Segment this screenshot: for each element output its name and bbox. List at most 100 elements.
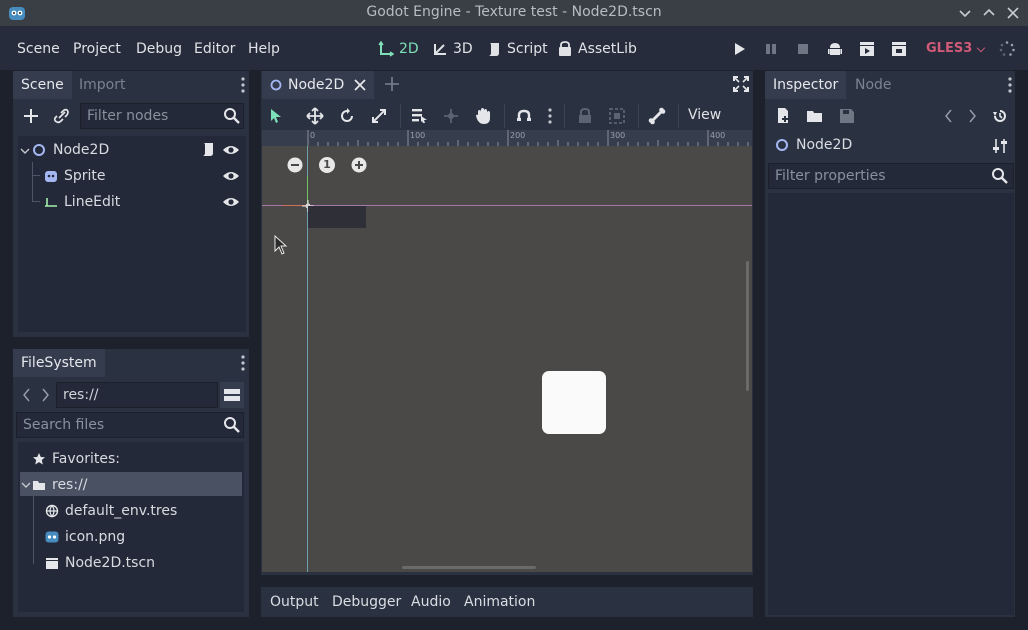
maximize-icon[interactable] [980,4,998,22]
workspace-2d-button[interactable]: 2D [378,39,419,59]
godot-logo-icon [8,4,26,22]
filter-nodes-field[interactable] [80,103,244,129]
favorites-row[interactable]: Favorites: [32,447,242,471]
inspector-dock-menu-icon[interactable] [1008,77,1012,93]
play-scene-icon[interactable] [858,40,876,58]
visibility-eye-icon[interactable] [221,166,241,186]
tree-collapse-arrow-icon[interactable] [20,146,30,156]
tab-audio[interactable]: Audio [411,594,451,610]
workspace-3d-button[interactable]: 3D [432,39,473,59]
pan-mode-hand-icon[interactable] [473,106,493,126]
view-menu[interactable]: View [688,107,721,123]
nav-back-icon[interactable] [17,385,37,405]
nav-forward-icon[interactable] [35,385,55,405]
add-node-icon[interactable] [21,106,41,126]
folder-res-row[interactable]: res:// [32,473,242,497]
toggle-split-button[interactable] [220,382,244,408]
renderer-select[interactable]: GLES3 ⌵ [926,41,985,56]
scene-tab-node2d[interactable]: Node2D [262,71,375,99]
file-label: default_env.tres [65,503,178,519]
attached-script-icon[interactable] [198,140,218,160]
zoom-in-icon[interactable] [351,157,367,173]
visibility-eye-icon[interactable] [221,140,241,160]
select-mode-icon[interactable] [266,106,286,126]
close-window-icon[interactable] [1004,4,1022,22]
tab-node[interactable]: Node [847,71,900,99]
scale-mode-icon[interactable] [369,106,389,126]
new-scene-tab-icon[interactable] [382,74,402,94]
menu-debug[interactable]: Debug [136,41,182,57]
filesystem-dock-menu-icon[interactable] [241,355,245,371]
sprite-texture[interactable] [542,371,606,434]
tree-guide-line [32,162,33,202]
filter-properties-input[interactable] [769,164,1013,188]
snap-icon[interactable] [514,106,534,126]
instance-link-icon[interactable] [52,106,72,126]
path-input[interactable] [57,383,217,407]
menu-scene[interactable]: Scene [17,41,60,57]
folder-icon [32,478,46,492]
zoom-out-icon[interactable] [287,157,303,173]
tab-filesystem[interactable]: FileSystem [13,349,105,377]
file-row[interactable]: Node2D.tscn [45,551,241,575]
search-files-input[interactable] [17,413,243,437]
tree-collapse-arrow-icon[interactable] [21,480,31,490]
minimize-icon[interactable] [956,4,974,22]
tab-output[interactable]: Output [270,594,319,610]
filter-nodes-input[interactable] [81,104,243,128]
horizontal-scrollbar[interactable] [402,566,536,569]
lock-icon[interactable] [575,106,595,126]
skeleton-bone-icon[interactable] [647,106,667,126]
android-icon[interactable] [826,40,844,58]
menu-help[interactable]: Help [248,41,280,57]
close-tab-icon[interactable] [354,79,366,91]
tab-debugger[interactable]: Debugger [332,594,401,610]
inspected-object[interactable]: Node2D [775,137,852,153]
stop-icon[interactable] [794,40,812,58]
scene-dock-tabs: Scene Import [13,71,249,99]
window-title: Godot Engine - Texture test - Node2D.tsc… [366,4,662,20]
object-properties-icon[interactable] [990,136,1010,156]
visibility-eye-icon[interactable] [221,192,241,212]
play-custom-scene-icon[interactable] [890,40,908,58]
scene-dock-menu-icon[interactable] [241,77,245,93]
object-history-icon[interactable] [990,106,1010,126]
node2d-icon [775,138,789,152]
filter-properties-field[interactable] [768,163,1014,189]
distraction-free-icon[interactable] [731,74,751,94]
load-resource-icon[interactable] [805,106,825,126]
zoom-reset-button[interactable]: 1 [319,157,335,173]
group-icon[interactable] [607,106,627,126]
folder-label: res:// [52,477,88,493]
edit-pivot-icon[interactable] [441,106,461,126]
scene-node-lineedit[interactable]: LineEdit [44,190,244,214]
save-resource-icon[interactable] [837,106,857,126]
history-back-icon[interactable] [939,106,959,126]
lineedit-control[interactable] [308,206,366,228]
vertical-scrollbar[interactable] [746,261,749,391]
mouse-cursor-icon [274,235,288,255]
file-row[interactable]: icon.png [45,525,241,549]
tab-scene[interactable]: Scene [13,71,72,99]
search-files-field[interactable] [16,412,244,438]
tab-inspector[interactable]: Inspector [765,71,847,99]
pause-icon[interactable] [762,40,780,58]
viewport-canvas[interactable]: 1 [262,146,752,572]
file-row[interactable]: default_env.tres [45,499,241,523]
workspace-assetlib-button[interactable]: AssetLib [557,39,637,59]
list-select-icon[interactable] [409,106,429,126]
path-field[interactable] [56,382,218,408]
workspace-script-button[interactable]: Script [486,39,548,59]
play-icon[interactable] [730,40,748,58]
move-mode-icon[interactable] [305,106,325,126]
snap-options-menu-icon[interactable] [548,108,552,124]
menu-editor[interactable]: Editor [194,41,235,57]
tab-animation[interactable]: Animation [464,594,535,610]
menu-project[interactable]: Project [73,41,121,57]
scene-node-sprite[interactable]: Sprite [44,164,244,188]
history-forward-icon[interactable] [962,106,982,126]
workspace-3d-label: 3D [453,41,473,57]
new-resource-icon[interactable] [773,106,793,126]
tab-import[interactable]: Import [71,71,133,99]
rotate-mode-icon[interactable] [337,106,357,126]
